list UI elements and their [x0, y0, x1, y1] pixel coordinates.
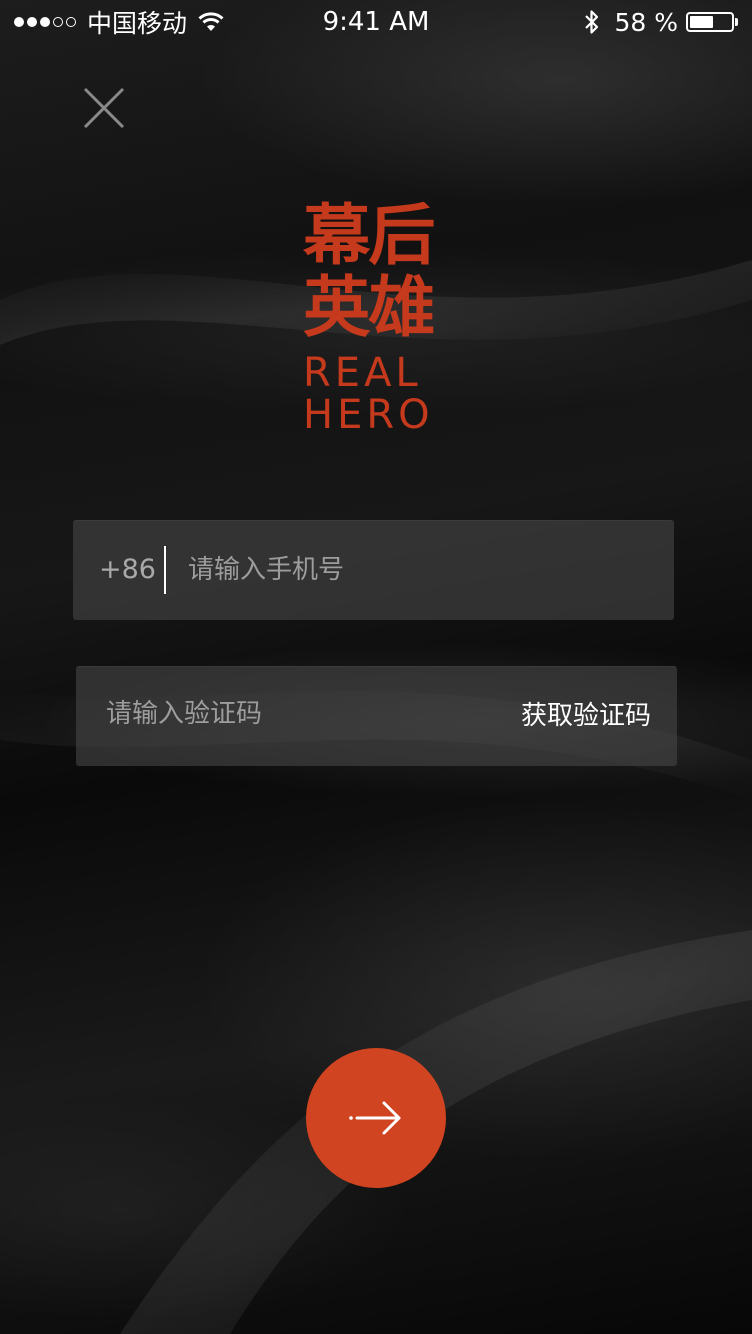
get-code-button[interactable]: 获取验证码 — [521, 666, 651, 766]
battery-cap — [735, 18, 738, 26]
logo-line-4: HERO — [303, 392, 434, 438]
app-logo: 幕后 英雄 REAL HERO — [303, 200, 451, 440]
arrow-right-icon — [349, 1101, 401, 1135]
submit-button[interactable] — [306, 1048, 446, 1188]
phone-field[interactable]: +86 — [73, 520, 674, 620]
close-icon — [83, 87, 125, 129]
verification-code-field[interactable]: 获取验证码 — [76, 666, 677, 766]
country-code[interactable]: +86 — [99, 520, 156, 620]
battery-percent: 58 % — [614, 7, 678, 37]
logo-line-2: 英雄 — [303, 269, 436, 346]
close-button[interactable] — [78, 82, 132, 136]
bluetooth-icon — [585, 10, 599, 34]
verification-code-input[interactable] — [106, 694, 436, 734]
battery-fill — [690, 16, 714, 28]
text-cursor — [164, 546, 166, 594]
battery-icon — [686, 12, 734, 32]
logo-line-3: REAL — [303, 350, 422, 396]
phone-input[interactable] — [188, 550, 638, 590]
status-bar: 中国移动 9:41 AM 58 % — [0, 0, 752, 44]
status-right: 58 % — [584, 6, 738, 38]
logo-line-1: 幕后 — [303, 197, 436, 274]
